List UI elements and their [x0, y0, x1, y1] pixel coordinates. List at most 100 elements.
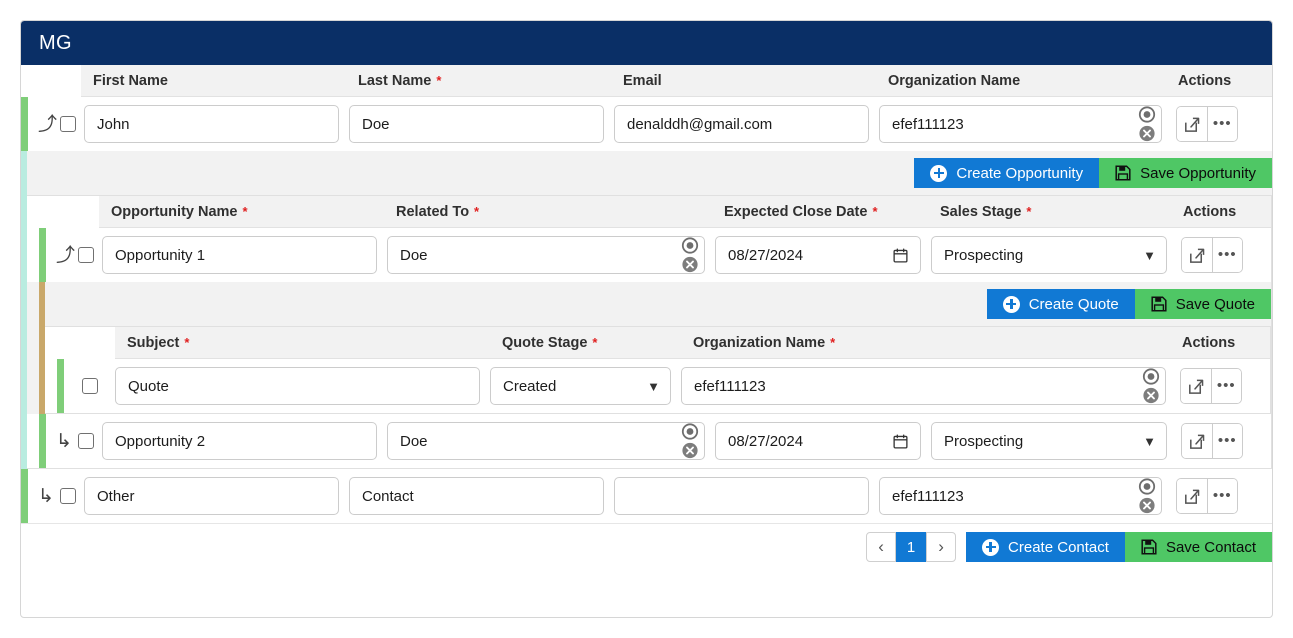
contact-col-email: Email — [611, 73, 876, 89]
email-input[interactable]: denalddh@gmail.com — [614, 105, 869, 143]
contact-col-first-name: First Name — [81, 73, 346, 89]
last-name-input[interactable]: Doe — [349, 105, 604, 143]
row-action-buttons: ••• — [1181, 237, 1243, 273]
opportunity-related-to-cell: Doe — [387, 228, 715, 282]
row-accent-bar — [39, 414, 46, 468]
organization-name-input[interactable]: efef111123 — [879, 477, 1162, 515]
pagination-page-1[interactable]: 1 — [896, 532, 927, 562]
first-name-input[interactable]: Other — [84, 477, 339, 515]
save-opportunity-button[interactable]: Save Opportunity — [1099, 158, 1272, 188]
share-record-icon[interactable] — [1177, 479, 1207, 513]
contact-first-name-cell: Other — [84, 469, 349, 523]
clear-record-icon[interactable] — [681, 442, 699, 460]
expected-close-date-input[interactable]: 08/27/2024 — [715, 236, 921, 274]
sales-stage-select[interactable]: Prospecting ▼ — [931, 236, 1167, 274]
contact-email-cell — [614, 469, 879, 523]
quote-organization-cell: efef111123 — [681, 359, 1176, 413]
select-record-icon[interactable] — [681, 423, 699, 441]
contact-actions-cell: ••• — [1172, 470, 1272, 522]
opportunity-name-cell: Opportunity 2 — [102, 414, 387, 468]
reference-field-buttons — [1138, 106, 1156, 143]
save-quote-button[interactable]: Save Quote — [1134, 289, 1271, 319]
row-select-checkbox[interactable] — [60, 116, 76, 132]
create-contact-button[interactable]: Create Contact — [966, 532, 1125, 562]
quote-col-stage-label: Quote Stage — [502, 334, 588, 351]
more-options-icon[interactable]: ••• — [1206, 107, 1237, 141]
save-contact-button[interactable]: Save Contact — [1124, 532, 1272, 562]
row-select-checkbox[interactable] — [82, 378, 98, 394]
clear-record-icon[interactable] — [1138, 125, 1156, 143]
create-quote-button[interactable]: Create Quote — [986, 289, 1135, 319]
pagination-prev-button[interactable]: ‹ — [866, 532, 897, 562]
select-record-icon[interactable] — [681, 237, 699, 255]
quote-table-header: Subject * Quote Stage * Organization Name *… — [45, 326, 1270, 359]
row-select-checkbox[interactable] — [78, 247, 94, 263]
more-options-icon[interactable]: ••• — [1210, 369, 1241, 403]
create-quote-label: Create Quote — [1028, 295, 1119, 313]
quote-stage-value: Created — [503, 377, 557, 395]
clear-record-icon[interactable] — [1142, 387, 1160, 405]
share-record-icon[interactable] — [1177, 107, 1207, 141]
organization-name-value: efef111123 — [892, 487, 964, 505]
ellipsis-glyph: ••• — [1212, 115, 1232, 133]
clear-record-icon[interactable] — [1138, 497, 1156, 515]
save-disk-icon — [1141, 539, 1157, 555]
opportunity-name-cell: Opportunity 1 — [102, 228, 387, 282]
row-select-checkbox[interactable] — [78, 433, 94, 449]
table-row[interactable]: Quote Created ▼ efef111123 ••• — [45, 359, 1270, 413]
expected-close-date-value: 08/27/2024 — [728, 432, 804, 450]
select-record-icon[interactable] — [1142, 368, 1160, 386]
more-options-icon[interactable]: ••• — [1211, 238, 1242, 272]
first-name-input[interactable]: John — [84, 105, 339, 143]
share-record-icon[interactable] — [1182, 238, 1212, 272]
table-row[interactable]: ↳ Other Contact efef111123 ••• — [21, 469, 1272, 523]
ellipsis-glyph: ••• — [1217, 432, 1237, 450]
opportunity-close-date-cell: 08/27/2024 — [715, 228, 931, 282]
expected-close-date-input[interactable]: 08/27/2024 — [715, 422, 921, 460]
subject-input[interactable]: Quote — [115, 367, 480, 405]
chevron-down-icon: ▼ — [1143, 247, 1156, 263]
more-options-icon[interactable]: ••• — [1211, 424, 1242, 458]
row-select-checkbox[interactable] — [60, 488, 76, 504]
select-record-icon[interactable] — [1138, 106, 1156, 124]
table-row[interactable]: ⤴ Opportunity 1 Doe 08/27/2024 Prospecti… — [27, 228, 1271, 282]
email-input[interactable] — [614, 477, 869, 515]
save-opportunity-label: Save Opportunity — [1140, 164, 1256, 182]
related-to-input[interactable]: Doe — [387, 236, 705, 274]
opportunity-name-input[interactable]: Opportunity 2 — [102, 422, 377, 460]
reference-field-buttons — [681, 237, 699, 274]
table-row[interactable]: ⤴ John Doe denalddh@gmail.com efef111123 — [21, 97, 1272, 151]
table-row[interactable]: ↳ Opportunity 2 Doe 08/27/2024 Prospecti… — [27, 414, 1271, 468]
last-name-input[interactable]: Contact — [349, 477, 604, 515]
organization-name-input[interactable]: efef111123 — [879, 105, 1162, 143]
opportunity-name-input[interactable]: Opportunity 1 — [102, 236, 377, 274]
contact-actions-cell: ••• — [1172, 98, 1272, 150]
share-record-icon[interactable] — [1182, 424, 1212, 458]
opportunity-actions-cell: ••• — [1177, 229, 1271, 281]
related-to-input[interactable]: Doe — [387, 422, 705, 460]
quote-col-subject-label: Subject — [127, 334, 180, 351]
related-to-value: Doe — [400, 432, 428, 450]
opportunity-col-name-label: Opportunity Name — [111, 203, 238, 220]
reference-field-buttons — [1138, 478, 1156, 515]
pagination-next-button[interactable]: › — [926, 532, 957, 562]
select-record-icon[interactable] — [1138, 478, 1156, 496]
contact-header-spacer — [21, 64, 81, 97]
more-options-icon[interactable]: ••• — [1206, 479, 1237, 513]
quote-row-indent — [45, 359, 57, 413]
opportunity-sales-stage-cell: Prospecting ▼ — [931, 228, 1177, 282]
quote-header-spacer — [45, 326, 115, 359]
contact-table-header: First Name Last Name * Email Organization… — [21, 64, 1272, 97]
opportunity-col-related-to: Related To * — [384, 204, 712, 220]
expected-close-date-value: 08/27/2024 — [728, 246, 804, 264]
create-opportunity-button[interactable]: Create Opportunity — [914, 158, 1100, 188]
share-record-icon[interactable] — [1181, 369, 1211, 403]
organization-name-input[interactable]: efef111123 — [681, 367, 1166, 405]
quote-stage-select[interactable]: Created ▼ — [490, 367, 671, 405]
opportunity-col-actions-label: Actions — [1183, 203, 1237, 220]
sales-stage-select[interactable]: Prospecting ▼ — [931, 422, 1167, 460]
clear-record-icon[interactable] — [681, 256, 699, 274]
quote-subtable: Subject * Quote Stage * Organization Name *… — [45, 326, 1271, 414]
row-controls: ↳ — [46, 432, 102, 451]
create-opportunity-label: Create Opportunity — [956, 164, 1084, 182]
